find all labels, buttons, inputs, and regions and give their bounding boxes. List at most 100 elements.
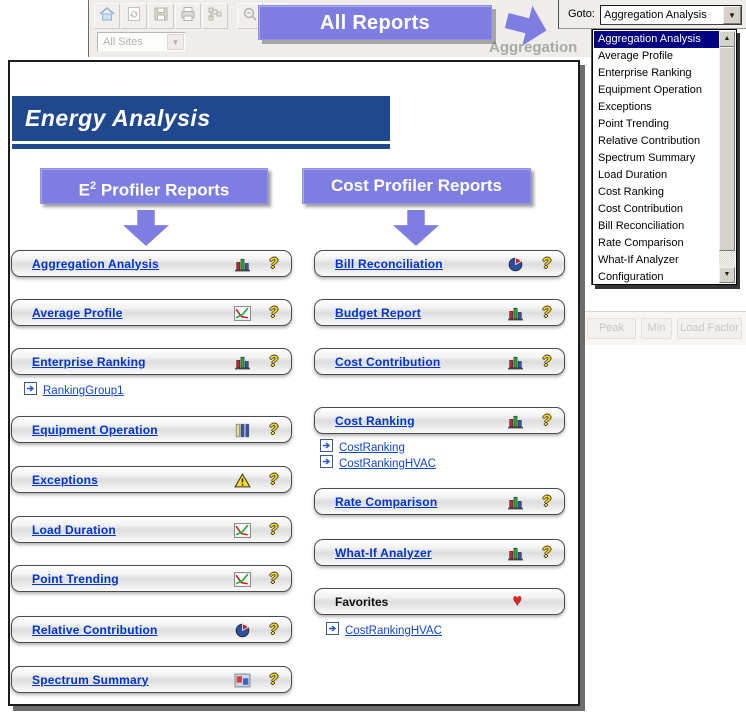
report-link[interactable]: Aggregation Analysis xyxy=(32,257,159,271)
site-selector[interactable]: All Sites ▼ xyxy=(97,32,186,52)
screen: All Sites ▼ Goto: Aggregation Analysis ▼… xyxy=(0,0,746,713)
sublink-label[interactable]: CostRanking xyxy=(339,442,405,454)
chevron-down-icon: ▼ xyxy=(167,34,184,50)
report-average-profile[interactable]: Average Profile ? xyxy=(11,299,292,326)
line-chart-icon xyxy=(234,306,251,321)
report-link[interactable]: Bill Reconciliation xyxy=(335,257,443,271)
report-link[interactable]: Cost Contribution xyxy=(335,355,440,369)
goto-option[interactable]: Enterprise Ranking xyxy=(594,65,720,82)
scroll-down-icon[interactable]: ▼ xyxy=(719,267,735,283)
report-link[interactable]: What-If Analyzer xyxy=(335,546,432,560)
goto-option[interactable]: Relative Contribution xyxy=(594,133,720,150)
report-load-duration[interactable]: Load Duration ? xyxy=(11,516,292,543)
report-enterprise-ranking[interactable]: Enterprise Ranking ? xyxy=(11,348,292,375)
report-link[interactable]: Equipment Operation xyxy=(32,423,158,437)
report-aggregation-analysis[interactable]: Aggregation Analysis ? xyxy=(11,250,292,277)
save-button[interactable] xyxy=(148,3,174,29)
columns-chart-icon xyxy=(234,423,251,438)
goto-option[interactable]: Average Profile xyxy=(594,48,720,65)
goto-option[interactable]: Cost Contribution xyxy=(594,201,720,218)
print-icon xyxy=(179,5,197,28)
report-cost-contribution[interactable]: Cost Contribution ? xyxy=(314,348,565,375)
report-link[interactable]: Point Trending xyxy=(32,572,119,586)
help-icon[interactable]: ? xyxy=(268,471,279,488)
report-link[interactable]: Exceptions xyxy=(32,473,98,487)
print-button[interactable] xyxy=(175,3,201,29)
tree-view-button[interactable] xyxy=(202,3,228,29)
title-underline xyxy=(12,144,390,149)
help-icon[interactable]: ? xyxy=(268,521,279,538)
sublink-favorite-costrankinghvac[interactable]: CostRankingHVAC xyxy=(326,622,442,640)
help-icon[interactable]: ? xyxy=(268,621,279,638)
goto-combobox[interactable]: Aggregation Analysis ▼ xyxy=(600,5,742,25)
sublink-label[interactable]: RankingGroup1 xyxy=(43,385,124,397)
report-link[interactable]: Spectrum Summary xyxy=(32,673,149,687)
down-arrow-icon xyxy=(123,210,169,246)
help-icon[interactable]: ? xyxy=(268,304,279,321)
home-button[interactable] xyxy=(94,3,120,29)
background-report-title: Aggregation xyxy=(489,39,577,56)
goto-option[interactable]: Exceptions xyxy=(594,99,720,116)
dropdown-scrollbar[interactable]: ▲ ▼ xyxy=(719,31,735,283)
report-exceptions[interactable]: Exceptions ? xyxy=(11,466,292,493)
scrollbar-thumb[interactable] xyxy=(719,47,735,251)
help-icon[interactable]: ? xyxy=(541,353,552,370)
sublink-costrankinghvac[interactable]: CostRankingHVAC xyxy=(320,455,436,473)
report-what-if-analyzer[interactable]: What-If Analyzer ? xyxy=(314,539,565,566)
help-icon[interactable]: ? xyxy=(268,255,279,272)
report-link[interactable]: Enterprise Ranking xyxy=(32,355,146,369)
goto-option[interactable]: Rate Comparison xyxy=(594,235,720,252)
site-selector-value: All Sites xyxy=(103,36,143,48)
status-bar: Peak Min Load Factor xyxy=(583,311,746,345)
goto-option[interactable]: Cost Ranking xyxy=(594,184,720,201)
banner-text: Profiler Reports xyxy=(96,181,229,200)
help-icon[interactable]: ? xyxy=(541,304,552,321)
goto-option[interactable]: Spectrum Summary xyxy=(594,150,720,167)
goto-option[interactable]: Aggregation Analysis xyxy=(594,31,720,48)
help-icon[interactable]: ? xyxy=(541,255,552,272)
report-rate-comparison[interactable]: Rate Comparison ? xyxy=(314,488,565,515)
report-link[interactable]: Budget Report xyxy=(335,306,421,320)
peak-button[interactable]: Peak xyxy=(587,318,636,339)
favorites-label: Favorites xyxy=(335,595,388,609)
report-link[interactable]: Cost Ranking xyxy=(335,414,415,428)
goto-option[interactable]: What-If Analyzer xyxy=(594,252,720,269)
help-icon[interactable]: ? xyxy=(541,544,552,561)
goto-dropdown-list: Aggregation Analysis Average Profile Ent… xyxy=(592,29,737,285)
report-relative-contribution[interactable]: Relative Contribution ? xyxy=(11,616,292,643)
goto-option[interactable]: Configuration xyxy=(594,269,720,286)
scroll-up-icon[interactable]: ▲ xyxy=(719,31,735,47)
goto-option[interactable]: Point Trending xyxy=(594,116,720,133)
goto-option[interactable]: Bill Reconciliation xyxy=(594,218,720,235)
report-link[interactable]: Average Profile xyxy=(32,306,123,320)
report-budget-report[interactable]: Budget Report ? xyxy=(314,299,565,326)
help-icon[interactable]: ? xyxy=(268,671,279,688)
bar-chart-icon xyxy=(507,306,524,321)
help-icon[interactable]: ? xyxy=(541,493,552,510)
help-icon[interactable]: ? xyxy=(268,570,279,587)
report-link[interactable]: Relative Contribution xyxy=(32,623,158,637)
report-cost-ranking[interactable]: Cost Ranking ? xyxy=(314,407,565,434)
sublink-rankinggroup1[interactable]: RankingGroup1 xyxy=(24,382,124,400)
sublink-label[interactable]: CostRankingHVAC xyxy=(339,458,436,470)
image-icon xyxy=(234,673,251,688)
report-link[interactable]: Load Duration xyxy=(32,523,116,537)
pie-chart-icon xyxy=(234,623,251,638)
help-icon[interactable]: ? xyxy=(268,421,279,438)
report-equipment-operation[interactable]: Equipment Operation ? xyxy=(11,416,292,443)
sublink-label[interactable]: CostRankingHVAC xyxy=(345,625,442,637)
report-link[interactable]: Rate Comparison xyxy=(335,495,437,509)
min-button[interactable]: Min xyxy=(641,318,672,339)
load-factor-button[interactable]: Load Factor xyxy=(677,318,742,339)
help-icon[interactable]: ? xyxy=(541,412,552,429)
bar-chart-icon xyxy=(234,355,251,370)
report-point-trending[interactable]: Point Trending ? xyxy=(11,565,292,592)
goto-option[interactable]: Load Duration xyxy=(594,167,720,184)
report-bill-reconciliation[interactable]: Bill Reconciliation ? xyxy=(314,250,565,277)
report-spectrum-summary[interactable]: Spectrum Summary ? xyxy=(11,666,292,693)
help-icon[interactable]: ? xyxy=(268,353,279,370)
refresh-button[interactable] xyxy=(121,3,147,29)
bar-chart-icon xyxy=(507,546,524,561)
chevron-down-icon[interactable]: ▼ xyxy=(723,6,741,24)
goto-option[interactable]: Equipment Operation xyxy=(594,82,720,99)
